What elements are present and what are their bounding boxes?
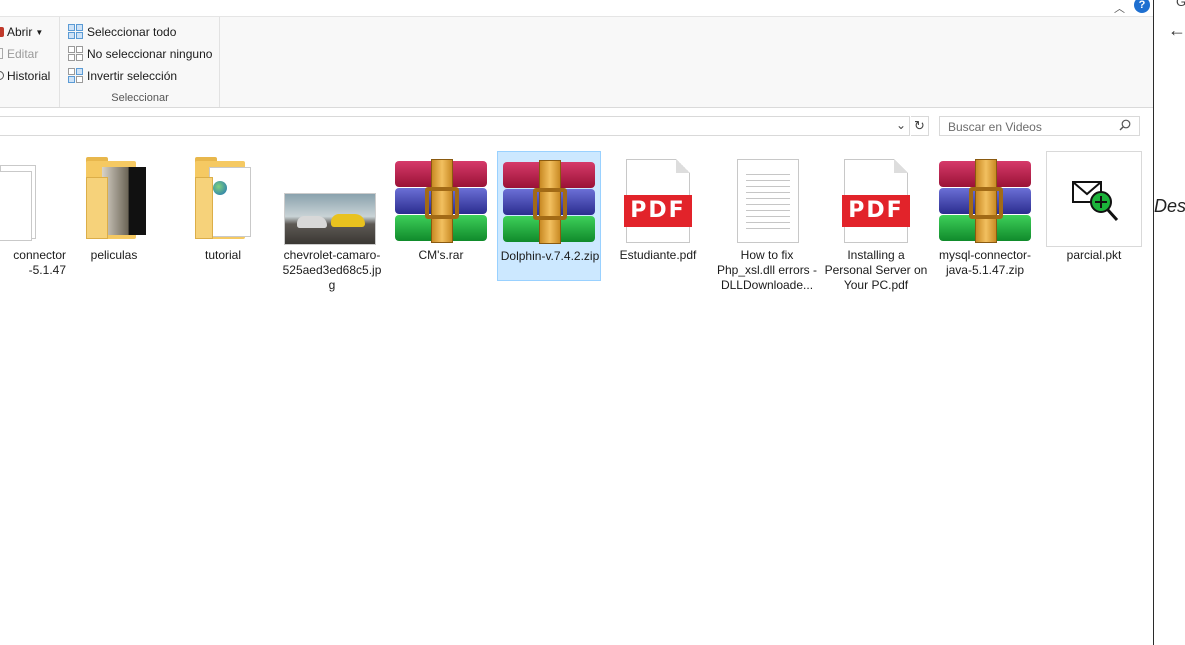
winrar-archive-icon: [937, 157, 1033, 249]
search-input[interactable]: Buscar en Videos: [948, 120, 1042, 134]
open-label: Abrir: [7, 25, 33, 39]
history-button[interactable]: Historial: [0, 67, 50, 85]
select-none-button[interactable]: No seleccionar ninguno: [68, 45, 212, 63]
open-icon: [0, 24, 4, 40]
back-arrow-icon[interactable]: ←: [1168, 20, 1185, 41]
file-name: mysql-connector-java-5.1.47.zip: [938, 248, 1032, 277]
edit-button[interactable]: Editar: [0, 45, 38, 63]
file-name: Dolphin-v.7.4.2.zip: [500, 249, 600, 263]
image-thumbnail: [284, 157, 380, 249]
adjacent-window: G ← Des: [1153, 0, 1185, 645]
file-name: How to fix Php_xsl.dll errors - DLLDownl…: [716, 248, 818, 292]
history-label: Historial: [7, 69, 51, 83]
file-item-text[interactable]: How to fix Php_xsl.dll errors - DLLDownl…: [715, 151, 819, 292]
file-explorer-window: ︿ ? Abrir ▼ Editar Historial Seleccionar…: [0, 0, 1153, 645]
search-box[interactable]: Buscar en Videos: [939, 116, 1140, 136]
file-item-archive-selected[interactable]: Dolphin-v.7.4.2.zip: [497, 151, 601, 281]
file-name: connector -5.1.47: [13, 248, 66, 277]
file-list: connector -5.1.47 peliculas tutorial che…: [0, 140, 1153, 645]
file-item-folder[interactable]: peliculas: [62, 151, 166, 281]
chevron-down-icon[interactable]: ⌄: [896, 118, 906, 132]
winrar-archive-icon: [393, 157, 489, 249]
pdf-icon: PDF: [828, 157, 924, 249]
select-all-icon: [68, 24, 84, 40]
folder-icon: [175, 157, 271, 249]
help-icon[interactable]: ?: [1134, 0, 1150, 13]
file-item-archive[interactable]: mysql-connector-java-5.1.47.zip: [933, 151, 1037, 281]
file-name: Installing a Personal Server on Your PC.…: [824, 248, 928, 292]
search-icon: [1119, 119, 1131, 131]
window-edge-glyph: G: [1176, 0, 1185, 9]
text-document-icon: [719, 157, 815, 249]
folder-icon: [66, 157, 162, 249]
select-none-label: No seleccionar ninguno: [87, 47, 213, 61]
file-item-archive[interactable]: CM's.rar: [389, 151, 493, 281]
file-name: peliculas: [90, 248, 138, 262]
ribbon: Abrir ▼ Editar Historial Seleccionar tod…: [0, 17, 1153, 108]
invert-selection-button[interactable]: Invertir selección: [68, 67, 177, 85]
group-label-select: Seleccionar: [111, 92, 169, 104]
winrar-archive-icon: [501, 158, 597, 250]
file-item-pdf[interactable]: PDF Installing a Personal Server on Your…: [824, 151, 928, 292]
select-all-button[interactable]: Seleccionar todo: [68, 23, 176, 41]
file-name: chevrolet-camaro-525aed3ed68c5.jpg: [282, 248, 382, 292]
file-name: parcial.pkt: [1066, 248, 1122, 262]
history-icon: [0, 68, 4, 84]
file-item-image[interactable]: chevrolet-camaro-525aed3ed68c5.jpg: [280, 151, 384, 292]
invert-selection-label: Invertir selección: [87, 69, 178, 83]
refresh-icon: ↻: [914, 118, 925, 133]
ribbon-group-open: Abrir ▼ Editar Historial: [0, 17, 60, 107]
pdf-icon: PDF: [610, 157, 706, 249]
edit-icon: [0, 46, 4, 62]
truncated-text: Des: [1154, 196, 1185, 216]
edit-label: Editar: [7, 47, 39, 61]
file-item-folder[interactable]: connector -5.1.47: [0, 151, 70, 281]
folder-icon: [0, 157, 66, 249]
file-item-pkt[interactable]: parcial.pkt: [1042, 151, 1146, 281]
select-all-label: Seleccionar todo: [87, 25, 177, 39]
file-name: CM's.rar: [418, 248, 464, 262]
invert-selection-icon: [68, 68, 84, 84]
select-none-icon: [68, 46, 84, 62]
file-item-pdf[interactable]: PDF Estudiante.pdf: [606, 151, 710, 281]
packet-tracer-icon: [1046, 151, 1142, 249]
title-strip: ︿ ?: [0, 0, 1153, 17]
file-name: Estudiante.pdf: [619, 248, 697, 262]
file-name: tutorial: [204, 248, 242, 262]
file-item-folder[interactable]: tutorial: [171, 151, 275, 281]
collapse-ribbon-icon[interactable]: ︿: [1114, 0, 1125, 16]
ribbon-group-select: Seleccionar todo No seleccionar ninguno …: [61, 17, 220, 107]
address-bar[interactable]: ⌄: [0, 116, 910, 136]
dropdown-arrow-icon: ▼: [35, 27, 44, 37]
refresh-button[interactable]: ↻: [911, 116, 929, 136]
open-button[interactable]: Abrir ▼: [0, 23, 43, 41]
